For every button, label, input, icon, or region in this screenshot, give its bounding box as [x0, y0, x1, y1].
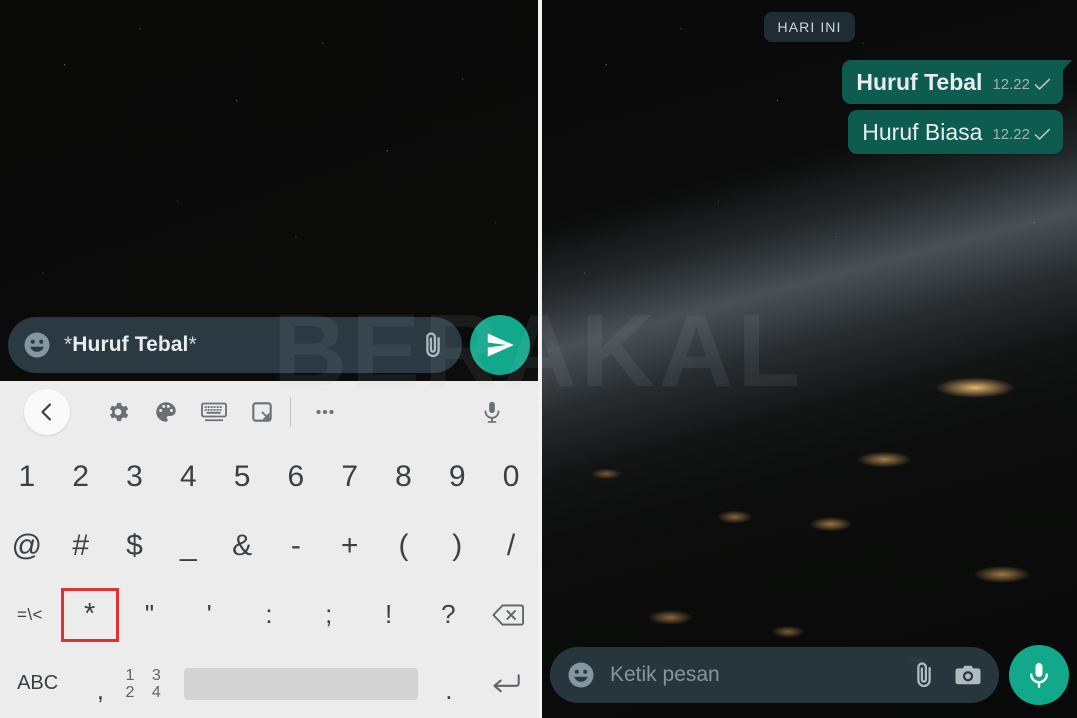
key-0[interactable]: 0	[484, 443, 538, 512]
keyboard-row-numbers: 1 2 3 4 5 6 7 8 9 0	[0, 443, 538, 512]
toolbar-divider	[290, 397, 291, 427]
key-period[interactable]: .	[424, 649, 474, 718]
settings-gear-icon[interactable]	[94, 388, 142, 436]
panel-divider	[538, 0, 542, 718]
right-panel-result: HARI INI Huruf Tebal 12.22 Huruf Biasa 1…	[542, 0, 1077, 718]
keyboard-row-punctuation: =\< * " ' : ; ! ?	[0, 581, 538, 650]
key-semicolon[interactable]: ;	[299, 581, 359, 650]
send-button[interactable]	[470, 315, 530, 375]
camera-icon[interactable]	[953, 660, 983, 690]
keyboard-row-symbols: @ # $ _ & - + ( ) /	[0, 512, 538, 581]
paperclip-icon[interactable]	[418, 330, 448, 360]
key-paren-open[interactable]: (	[377, 512, 431, 581]
key-plus[interactable]: +	[323, 512, 377, 581]
key-9[interactable]: 9	[430, 443, 484, 512]
single-check-icon	[1034, 78, 1051, 91]
message-placeholder-text: Ketik pesan	[610, 663, 720, 686]
numeric-label-bottom: 3 4	[151, 666, 163, 701]
key-paren-close[interactable]: )	[430, 512, 484, 581]
key-exclamation[interactable]: !	[359, 581, 419, 650]
message-meta: 12.22	[992, 126, 1051, 145]
key-at[interactable]: @	[0, 512, 54, 581]
left-message-input-field[interactable]: *Huruf Tebal*	[8, 317, 462, 373]
key-5[interactable]: 5	[215, 443, 269, 512]
single-check-icon	[1034, 128, 1051, 141]
backspace-icon[interactable]	[478, 581, 538, 650]
spacebar-surface	[184, 667, 418, 700]
smiley-icon[interactable]	[566, 660, 596, 690]
key-8[interactable]: 8	[377, 443, 431, 512]
key-2[interactable]: 2	[54, 443, 108, 512]
key-hash[interactable]: #	[54, 512, 108, 581]
message-list: Huruf Tebal 12.22 Huruf Biasa 12.22	[556, 60, 1072, 154]
key-quote-single[interactable]: '	[179, 581, 239, 650]
key-hyphen[interactable]: -	[269, 512, 323, 581]
key-7[interactable]: 7	[323, 443, 377, 512]
left-message-input-bar: *Huruf Tebal*	[0, 309, 538, 381]
smiley-icon[interactable]	[22, 330, 52, 360]
keyboard-key-rows: 1 2 3 4 5 6 7 8 9 0 @ # $ _ & - + () / …	[0, 443, 538, 718]
key-ampersand[interactable]: &	[215, 512, 269, 581]
key-symbols-toggle[interactable]: =\<	[0, 581, 60, 650]
send-icon	[487, 333, 514, 357]
key-question[interactable]: ?	[418, 581, 478, 650]
message-bubble-outgoing-bold[interactable]: Huruf Tebal 12.22	[842, 60, 1072, 104]
key-3[interactable]: 3	[108, 443, 162, 512]
key-slash[interactable]: /	[484, 512, 538, 581]
key-4[interactable]: 4	[161, 443, 215, 512]
microphone-icon	[1030, 663, 1048, 688]
message-timestamp: 12.22	[992, 76, 1030, 93]
key-abc-toggle[interactable]: ABC	[0, 649, 75, 718]
right-message-input-bar: Ketik pesan	[542, 640, 1077, 718]
chat-message-area: HARI INI Huruf Tebal 12.22 Huruf Biasa 1…	[542, 0, 1077, 718]
keyboard-toolbar	[0, 381, 538, 443]
voice-record-button[interactable]	[1009, 645, 1069, 705]
one-handed-mode-icon[interactable]	[238, 388, 286, 436]
left-panel-compose: *Huruf Tebal* 1 2 3 4 5 6 7 8 9 0 @ # $ …	[0, 0, 538, 718]
keyboard-layout-icon[interactable]	[190, 388, 238, 436]
message-text: Huruf Biasa	[862, 119, 983, 145]
key-6[interactable]: 6	[269, 443, 323, 512]
left-message-input-text: *Huruf Tebal*	[64, 333, 406, 357]
message-bubble-outgoing-plain[interactable]: Huruf Biasa 12.22	[848, 110, 1063, 154]
message-timestamp: 12.22	[992, 126, 1030, 143]
right-message-input-field[interactable]: Ketik pesan	[550, 647, 999, 703]
asterisk-suffix: *	[188, 333, 197, 356]
key-underscore[interactable]: _	[161, 512, 215, 581]
key-numeric-layout[interactable]: 1 2 3 4	[125, 649, 178, 718]
key-spacebar[interactable]	[178, 649, 423, 718]
key-dollar[interactable]: $	[108, 512, 162, 581]
voice-input-icon[interactable]	[468, 388, 516, 436]
message-text: Huruf Tebal	[856, 69, 983, 95]
key-asterisk[interactable]: *	[60, 581, 120, 650]
more-options-icon[interactable]	[301, 388, 349, 436]
key-1[interactable]: 1	[0, 443, 54, 512]
theme-palette-icon[interactable]	[142, 388, 190, 436]
paperclip-icon[interactable]	[909, 660, 939, 690]
date-divider-badge: HARI INI	[764, 12, 855, 42]
key-comma[interactable]: ,	[75, 649, 125, 718]
keyboard-row-bottom: ABC , 1 2 3 4 .	[0, 649, 538, 718]
numeric-label-top: 1 2	[125, 666, 137, 701]
message-meta: 12.22	[992, 76, 1051, 95]
key-colon[interactable]: :	[239, 581, 299, 650]
back-icon[interactable]	[24, 389, 70, 435]
message-core-text: Huruf Tebal	[72, 333, 189, 356]
key-quote-double[interactable]: "	[120, 581, 180, 650]
enter-icon[interactable]	[474, 649, 538, 718]
screenshot-root: *Huruf Tebal* 1 2 3 4 5 6 7 8 9 0 @ # $ …	[0, 0, 1077, 718]
on-screen-keyboard: 1 2 3 4 5 6 7 8 9 0 @ # $ _ & - + () / …	[0, 381, 538, 718]
